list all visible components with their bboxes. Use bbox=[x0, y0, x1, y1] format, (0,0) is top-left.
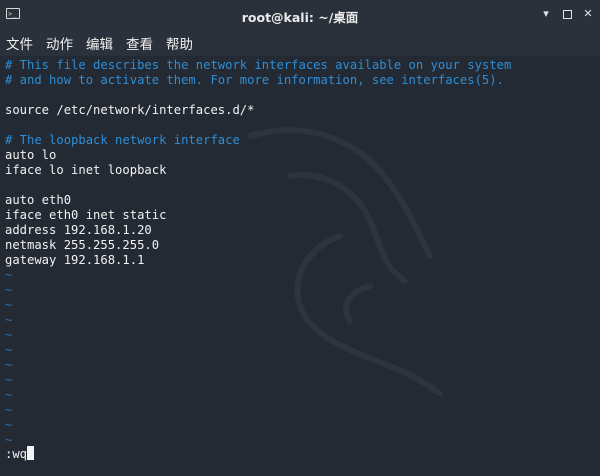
empty-line-marker: ~ bbox=[5, 388, 13, 402]
editor-buffer[interactable]: # This file describes the network interf… bbox=[5, 58, 511, 448]
window-titlebar[interactable]: >_ root@kali: ~/桌面 ▾ ✕ bbox=[0, 0, 600, 30]
empty-line-marker: ~ bbox=[5, 418, 13, 432]
menu-view[interactable]: 查看 bbox=[126, 33, 153, 53]
editor-line: # and how to activate them. For more inf… bbox=[5, 73, 504, 87]
vim-command-text: :wq bbox=[5, 447, 28, 461]
empty-line-marker: ~ bbox=[5, 433, 13, 447]
empty-line-marker: ~ bbox=[5, 313, 13, 327]
menu-file[interactable]: 文件 bbox=[6, 33, 33, 53]
window-controls: ▾ ✕ bbox=[538, 6, 596, 22]
empty-line-marker: ~ bbox=[5, 283, 13, 297]
empty-line-marker: ~ bbox=[5, 268, 13, 282]
menu-help[interactable]: 帮助 bbox=[166, 33, 193, 53]
maximize-icon[interactable] bbox=[559, 6, 575, 22]
terminal-area[interactable]: # This file describes the network interf… bbox=[0, 56, 600, 476]
editor-line: auto lo bbox=[5, 148, 57, 162]
empty-line-marker: ~ bbox=[5, 373, 13, 387]
menu-edit[interactable]: 编辑 bbox=[86, 33, 113, 53]
editor-line: iface lo inet loopback bbox=[5, 163, 167, 177]
window-title: root@kali: ~/桌面 bbox=[241, 10, 359, 25]
close-icon[interactable]: ✕ bbox=[580, 6, 596, 22]
empty-line-marker: ~ bbox=[5, 403, 13, 417]
editor-line: # The loopback network interface bbox=[5, 133, 240, 147]
text-cursor bbox=[27, 446, 35, 460]
editor-line: gateway 192.168.1.1 bbox=[5, 253, 145, 267]
vim-command-line[interactable]: :wq bbox=[5, 446, 35, 461]
empty-line-marker: ~ bbox=[5, 298, 13, 312]
editor-line: # This file describes the network interf… bbox=[5, 58, 512, 72]
minimize-icon[interactable]: ▾ bbox=[538, 6, 554, 22]
empty-line-marker: ~ bbox=[5, 343, 13, 357]
empty-line-marker: ~ bbox=[5, 358, 13, 372]
editor-line: address 192.168.1.20 bbox=[5, 223, 152, 237]
editor-line: auto eth0 bbox=[5, 193, 72, 207]
editor-line: source /etc/network/interfaces.d/* bbox=[5, 103, 255, 117]
menu-bar: 文件 动作 编辑 查看 帮助 bbox=[0, 30, 600, 56]
editor-line: iface eth0 inet static bbox=[5, 208, 167, 222]
menu-action[interactable]: 动作 bbox=[46, 33, 73, 53]
empty-line-marker: ~ bbox=[5, 328, 13, 342]
editor-line: netmask 255.255.255.0 bbox=[5, 238, 160, 252]
